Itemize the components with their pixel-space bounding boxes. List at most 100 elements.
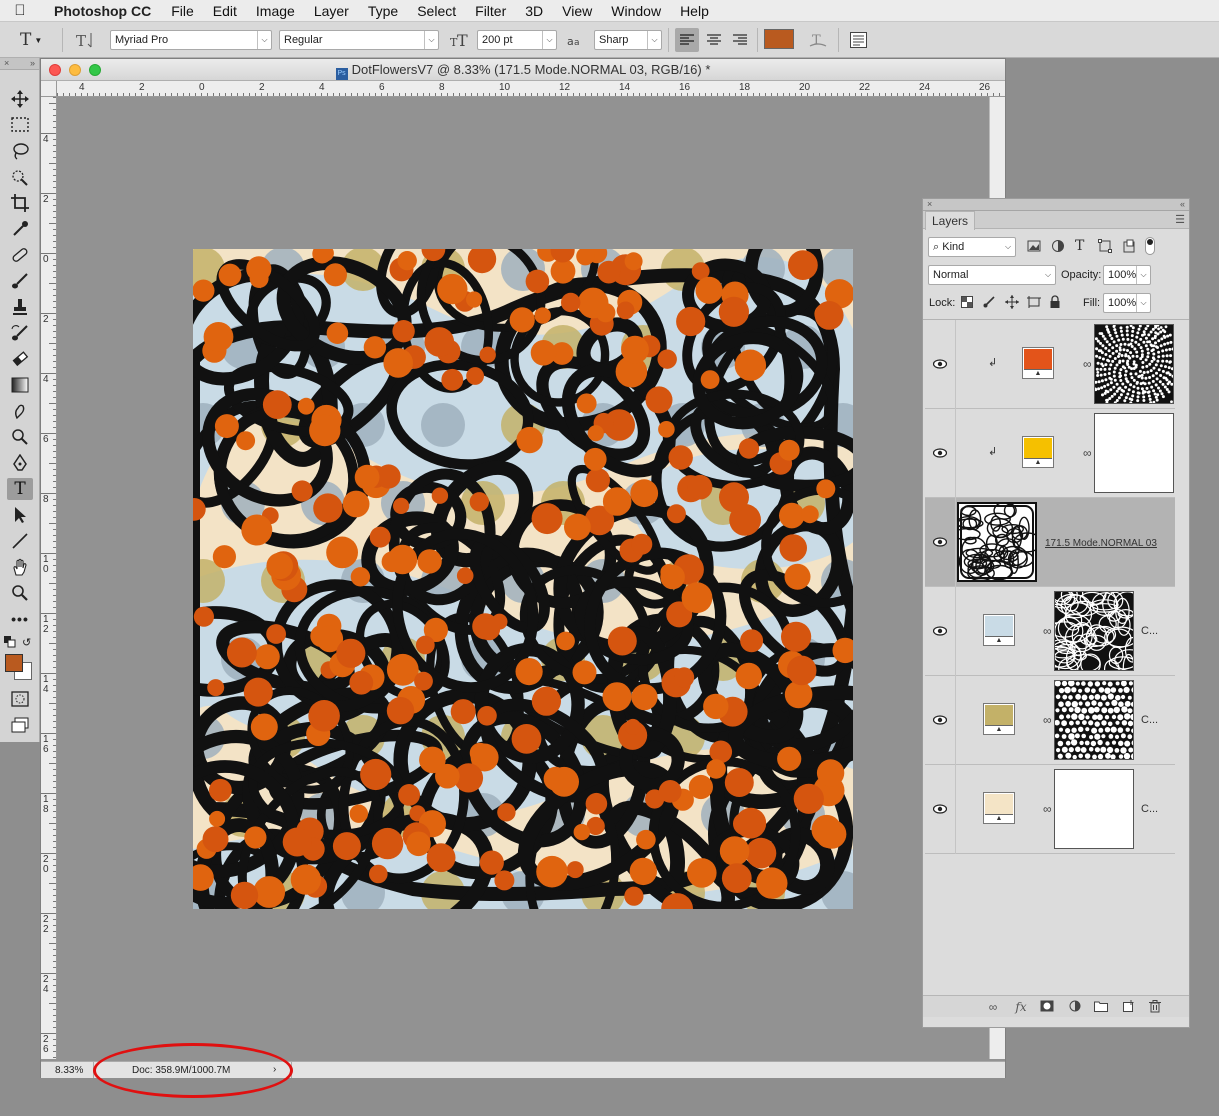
menu-3d[interactable]: 3D [525, 3, 543, 19]
lasso-tool[interactable] [7, 140, 33, 162]
menu-image[interactable]: Image [256, 3, 295, 19]
lock-all-icon[interactable] [1049, 295, 1061, 312]
layer-row[interactable]: ▲ ∞ C... [925, 587, 1175, 676]
menu-type[interactable]: Type [368, 3, 398, 19]
brush-tool[interactable] [7, 270, 33, 292]
path-selection-tool[interactable] [7, 504, 33, 526]
layer-name[interactable]: C... [1141, 625, 1158, 637]
menu-select[interactable]: Select [417, 3, 456, 19]
lock-transparency-icon[interactable] [961, 296, 973, 311]
layer-mask-thumbnail[interactable] [1054, 591, 1134, 671]
adjustment-layer-icon[interactable] [1067, 1000, 1083, 1014]
canvas-artwork[interactable] [193, 249, 853, 909]
line-tool[interactable] [7, 530, 33, 552]
group-folder-icon[interactable] [1093, 1000, 1109, 1014]
layer-mask-thumbnail[interactable] [1094, 413, 1174, 493]
chain-link-icon[interactable]: ∞ [1043, 713, 1052, 727]
tool-preset-picker[interactable]: T ▼ [20, 29, 42, 51]
opacity-field[interactable]: 100% ⌵ [1103, 265, 1151, 285]
filter-adjustment-icon[interactable] [1051, 239, 1065, 256]
menu-filter[interactable]: Filter [475, 3, 506, 19]
apple-menu-icon[interactable]:  [0, 2, 40, 19]
eye-icon[interactable] [933, 536, 947, 548]
eraser-tool[interactable] [7, 348, 33, 370]
menu-layer[interactable]: Layer [314, 3, 349, 19]
layer-name[interactable]: 171.5 Mode.NORMAL 03 [1045, 538, 1157, 549]
color-fill-thumbnail[interactable]: ▲ [983, 703, 1015, 735]
close-icon[interactable]: × [4, 58, 9, 69]
color-fill-thumbnail[interactable]: ▲ [1022, 436, 1054, 468]
chain-link-icon[interactable]: ∞ [1043, 802, 1052, 816]
zoom-level[interactable]: 8.33% [55, 1065, 83, 1076]
layer-row[interactable]: ▲ ∞ C... [925, 676, 1175, 765]
hand-tool[interactable] [7, 556, 33, 578]
zoom-window-button[interactable] [89, 64, 101, 76]
align-right-button[interactable] [729, 29, 751, 51]
trash-icon[interactable] [1147, 1000, 1163, 1014]
filter-pixel-icon[interactable] [1027, 239, 1041, 256]
pen-tool[interactable] [7, 452, 33, 474]
chain-link-icon[interactable]: ∞ [1043, 624, 1052, 638]
swap-colors-icon[interactable]: ↺ [22, 636, 31, 649]
filter-type-icon[interactable]: T [1075, 238, 1084, 254]
font-style-dropdown[interactable]: Regular ⌵ [279, 30, 439, 50]
edit-toolbar-button[interactable]: ••• [7, 608, 33, 630]
status-menu-chevron-icon[interactable]: › [273, 1064, 276, 1075]
lock-pixels-brush-icon[interactable] [983, 296, 995, 311]
menu-window[interactable]: Window [611, 3, 661, 19]
blur-tool[interactable] [7, 400, 33, 422]
default-colors-icon[interactable] [4, 636, 16, 651]
new-layer-icon[interactable] [1121, 1000, 1137, 1014]
tab-layers[interactable]: Layers [925, 211, 976, 230]
eye-icon[interactable] [933, 625, 947, 637]
menu-view[interactable]: View [562, 3, 592, 19]
close-window-button[interactable] [49, 64, 61, 76]
anti-alias-dropdown[interactable]: Sharp ⌵ [594, 30, 662, 50]
font-family-dropdown[interactable]: Myriad Pro ⌵ [110, 30, 272, 50]
layer-row[interactable]: ↲ ▲ ∞ [925, 320, 1175, 409]
align-left-button[interactable] [675, 28, 699, 52]
quick-selection-tool[interactable] [7, 166, 33, 188]
clone-stamp-tool[interactable] [7, 296, 33, 318]
character-panel-button[interactable] [850, 29, 868, 51]
panel-menu-icon[interactable]: ☰ [1175, 213, 1185, 226]
lock-artboard-icon[interactable] [1027, 296, 1041, 311]
lock-position-icon[interactable] [1005, 295, 1019, 312]
blend-mode-dropdown[interactable]: Normal ⌵ [928, 265, 1056, 285]
layer-name[interactable]: C... [1141, 714, 1158, 726]
app-menu[interactable]: Photoshop CC [54, 3, 151, 19]
collapse-icon[interactable]: » [30, 58, 35, 69]
filter-kind-dropdown[interactable]: ⌕ Kind ⌵ [928, 237, 1016, 257]
history-brush-tool[interactable] [7, 322, 33, 344]
warp-text-button[interactable]: T [808, 29, 828, 51]
layer-name[interactable]: C... [1141, 803, 1158, 815]
add-mask-icon[interactable] [1039, 1000, 1055, 1014]
color-fill-thumbnail[interactable]: ▲ [1022, 347, 1054, 379]
filter-toggle-switch[interactable] [1145, 237, 1155, 255]
layer-row[interactable]: ▲ ∞ C... [925, 765, 1175, 854]
vertical-ruler[interactable]: 4 2 0 2 4 6 8 10 12 14 16 18 20 22 24 26 [41, 97, 57, 1059]
color-fill-thumbnail[interactable]: ▲ [983, 792, 1015, 824]
fx-icon[interactable]: fx [1013, 1000, 1029, 1014]
eye-icon[interactable] [933, 803, 947, 815]
type-tool[interactable]: T [7, 478, 33, 500]
layer-thumbnail[interactable] [957, 502, 1037, 582]
link-layers-icon[interactable]: ∞ [985, 1000, 1001, 1014]
fill-field[interactable]: 100% ⌵ [1103, 293, 1151, 313]
quick-mask-button[interactable] [7, 688, 33, 710]
layer-row-selected[interactable]: 171.5 Mode.NORMAL 03 [925, 498, 1175, 587]
marquee-tool[interactable] [7, 114, 33, 136]
foreground-color-swatch[interactable] [5, 654, 23, 672]
zoom-tool[interactable] [7, 582, 33, 604]
align-center-button[interactable] [703, 29, 725, 51]
healing-brush-tool[interactable] [7, 244, 33, 266]
font-size-dropdown[interactable]: 200 pt ⌵ [477, 30, 557, 50]
chain-link-icon[interactable]: ∞ [1083, 357, 1092, 371]
layer-mask-thumbnail[interactable] [1094, 324, 1174, 404]
ruler-origin[interactable] [41, 81, 57, 97]
layer-row[interactable]: ↲ ▲ ∞ [925, 409, 1175, 498]
filter-smart-object-icon[interactable] [1122, 239, 1136, 256]
crop-tool[interactable] [7, 192, 33, 214]
move-tool[interactable] [7, 88, 33, 110]
eye-icon[interactable] [933, 447, 947, 459]
